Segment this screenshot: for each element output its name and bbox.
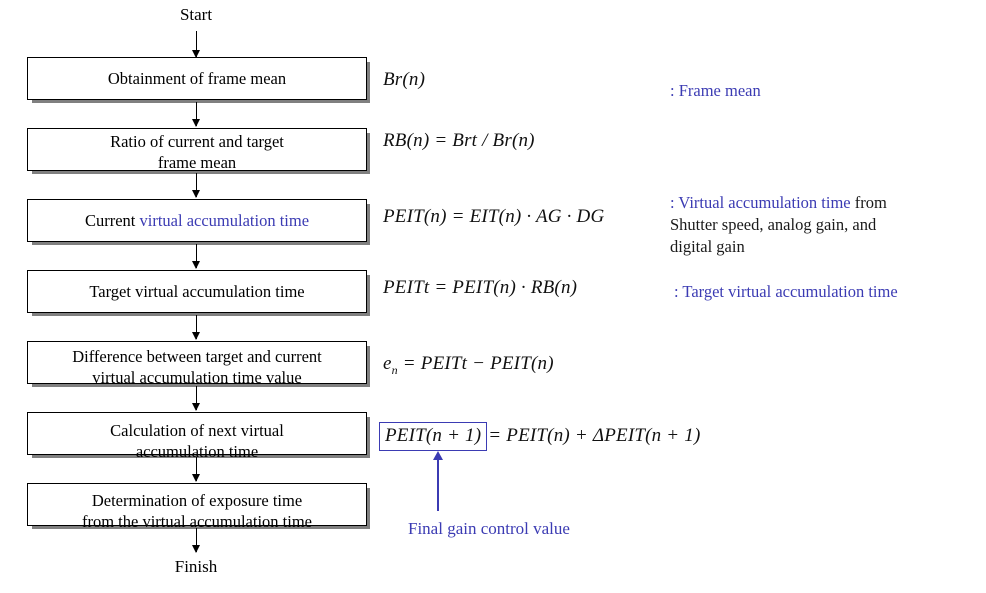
connector-step-6-to-step-7	[192, 457, 200, 482]
formula-error-symbol: e	[383, 353, 392, 374]
connector-start-to-step-1	[192, 31, 200, 58]
process-box-target-virtual-accumulation-time[interactable]	[27, 270, 367, 313]
start-terminator: Start	[179, 5, 213, 24]
process-box-current-virtual-accumulation-time[interactable]	[27, 199, 367, 242]
connector-step-2-to-step-3	[192, 173, 200, 198]
connector-step-1-to-step-2	[192, 102, 200, 127]
annotation-frame-mean: : Frame mean	[670, 81, 761, 100]
formula-current-peit: PEIT(n) = EIT(n) · AG · DG	[383, 206, 605, 227]
formula-error-rest: = PEITt − PEIT(n)	[397, 353, 554, 374]
pointer-caption-final-gain-control-value: Final gain control value	[408, 519, 570, 538]
formula-target-peit: PEITt = PEIT(n) · RB(n)	[383, 277, 578, 298]
process-box-calculation-of-next-virtual-accumulation-time[interactable]	[27, 412, 367, 455]
connector-step-3-to-step-4	[192, 244, 200, 269]
annotation-target-virtual-accumulation-time: : Target virtual accumulation time	[674, 282, 898, 301]
formula-next-peit-rest: = PEIT(n) + ΔPEIT(n + 1)	[488, 425, 701, 446]
formula-error: en = PEITt − PEIT(n)	[383, 353, 554, 378]
process-box-obtainment-of-frame-mean[interactable]	[27, 57, 367, 100]
formula-ratio: RB(n) = Brt / Br(n)	[383, 130, 535, 151]
process-box-determination-of-exposure-time[interactable]	[27, 483, 367, 526]
flowchart-canvas: Start Obtainment of frame mean Ratio of …	[0, 0, 986, 593]
pointer-arrow-shaft	[437, 459, 439, 511]
pointer-arrow-head-icon	[433, 451, 443, 460]
connector-step-5-to-step-6	[192, 386, 200, 411]
annotation-virtual-blue-part: : Virtual accumulation time	[670, 193, 851, 212]
process-box-difference-between-target-and-current[interactable]	[27, 341, 367, 384]
process-box-ratio-of-current-and-target-frame-mean[interactable]	[27, 128, 367, 171]
formula-next-peit-boxed-term: PEIT(n + 1)	[379, 422, 488, 451]
finish-terminator: Finish	[174, 557, 218, 576]
connector-step-4-to-step-5	[192, 315, 200, 340]
annotation-virtual-accumulation-time: : Virtual accumulation time from Shutter…	[670, 192, 887, 258]
formula-next-peit: PEIT(n + 1) = PEIT(n) + ΔPEIT(n + 1)	[379, 422, 700, 451]
formula-frame-mean: Br(n)	[383, 69, 426, 90]
connector-step-7-to-finish	[192, 528, 200, 553]
